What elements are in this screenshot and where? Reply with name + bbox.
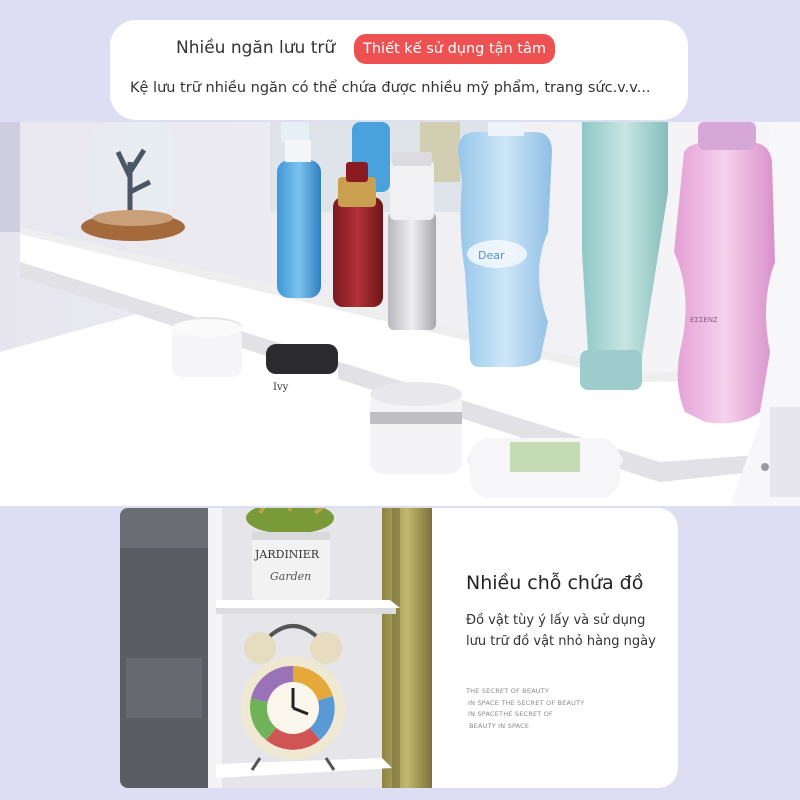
info-description-line-1: Đồ vật tùy ý lấy và sử dụng — [466, 613, 646, 628]
svg-text:Ivy: Ivy — [273, 382, 289, 393]
info-fine-print: THE SECRET OF BEAUTY IN SPACE THE SECRET… — [466, 686, 584, 732]
header-card: Nhiều ngăn lưu trữ Thiết kế sử dụng tận … — [110, 20, 688, 120]
fine-print-line: BEAUTY IN SPACE — [469, 721, 530, 730]
info-card: Nhiều chỗ chứa đồ Đồ vật tùy ý lấy và sử… — [432, 508, 678, 788]
header-title: Nhiều ngăn lưu trữ — [176, 38, 336, 58]
header-badge: Thiết kế sử dụng tận tâm — [354, 34, 556, 64]
fine-print-line: IN SPACE THE SECRET OF BEAUTY — [468, 698, 585, 707]
header-subtitle: Kệ lưu trữ nhiều ngăn có thể chứa được n… — [130, 80, 651, 96]
info-title: Nhiều chỗ chứa đồ — [466, 572, 644, 594]
info-description: Đồ vật tùy ý lấy và sử dụng lưu trữ đồ v… — [466, 610, 656, 652]
fine-print-line: IN SPACETHE SECRET OF — [468, 710, 553, 718]
blue-bottle-label: Dear — [478, 249, 505, 262]
pot-label-top: JARDINIER — [254, 548, 320, 561]
svg-text:ΕΣΣΕΝΖ: ΕΣΣΕΝΖ — [690, 316, 718, 324]
pot-label-bottom: Garden — [270, 570, 311, 583]
fine-print-line: THE SECRET OF BEAUTY — [466, 687, 550, 695]
info-description-line-2: lưu trữ đồ vật nhỏ hàng ngày — [466, 634, 656, 649]
corner-shelf-photo: JARDINIER Garden — [120, 508, 432, 788]
shelf-photo-illustration: Dear ΕΣΣΕΝΖ Ivy — [0, 122, 800, 506]
corner-shelf-illustration: JARDINIER Garden — [120, 508, 432, 788]
shelf-photo: Dear ΕΣΣΕΝΖ Ivy — [0, 122, 800, 506]
